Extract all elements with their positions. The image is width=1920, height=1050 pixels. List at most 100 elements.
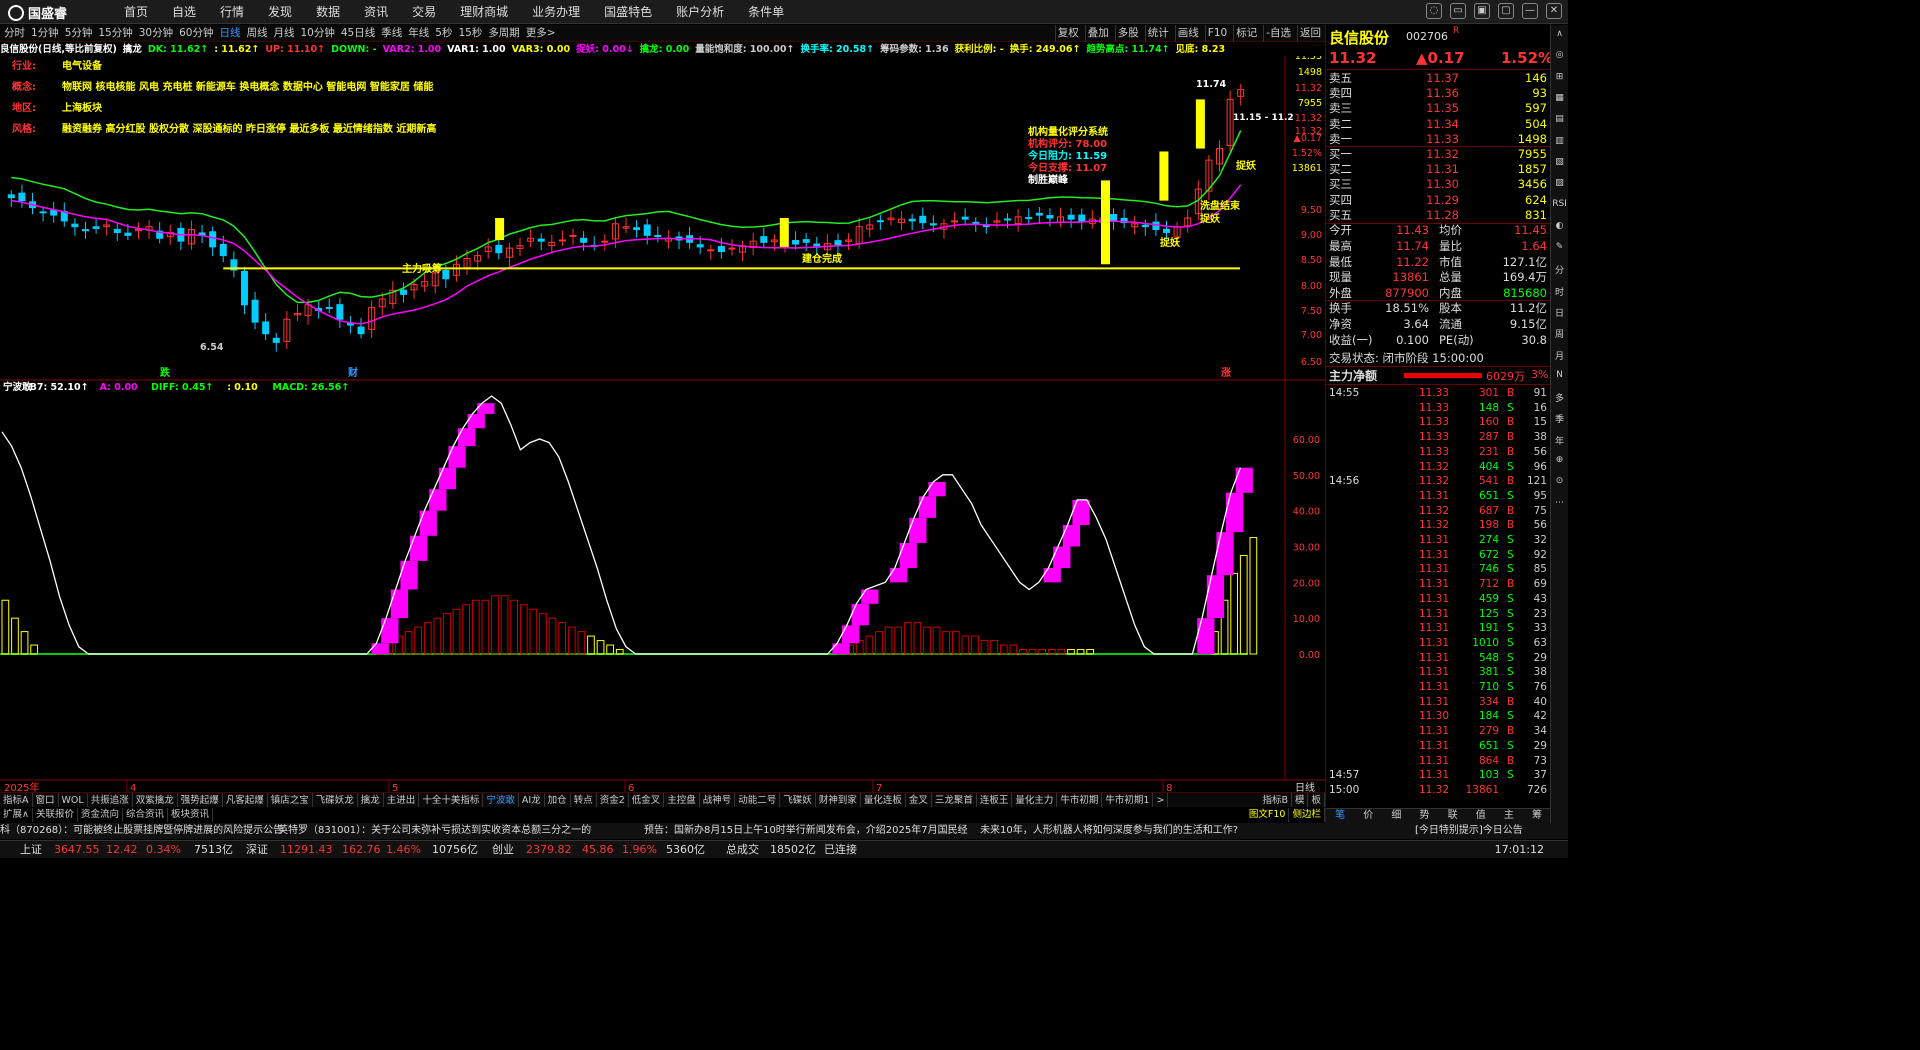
period-tab-11[interactable]: 季线 xyxy=(381,25,402,42)
tool-button-1[interactable]: 叠加 xyxy=(1084,25,1111,42)
kline-chart[interactable]: 主力吸筹建仓完成洗盘结束捉妖捉妖捉妖6.5411.7411.15 - 11.2跌… xyxy=(0,56,1325,792)
indicator-tab-20[interactable]: 动能二号 xyxy=(735,793,781,807)
secondary-tab-right-1[interactable]: 侧边栏 xyxy=(1289,808,1325,822)
bid-row-0[interactable]: 买一 11.32 7955 xyxy=(1329,147,1547,162)
indicator-tab-16[interactable]: 资金2 xyxy=(597,793,629,807)
period-tab-14[interactable]: 15秒 xyxy=(458,25,482,42)
indicator-tab-8[interactable]: 飞碟妖龙 xyxy=(313,793,358,807)
bid-row-3[interactable]: 买四 11.29 624 xyxy=(1329,193,1547,208)
window-button-2[interactable]: ▣ xyxy=(1474,3,1490,19)
sidebar-icon-10[interactable]: ✎ xyxy=(1551,242,1568,252)
sidebar-icon-5[interactable]: ▥ xyxy=(1551,136,1568,146)
indicator-tab-26[interactable]: 连板王 xyxy=(977,793,1013,807)
indicator-tab-0[interactable]: 指标A xyxy=(0,793,33,807)
sidebar-icon-12[interactable]: 时 xyxy=(1551,285,1568,298)
sidebar-icon-4[interactable]: ▤ xyxy=(1551,114,1568,124)
period-tab-6[interactable]: 日线 xyxy=(220,25,241,42)
indicator-tab-27[interactable]: 量化主力 xyxy=(1012,793,1058,807)
indicator-tab-24[interactable]: 金叉 xyxy=(906,793,932,807)
period-tab-15[interactable]: 多周期 xyxy=(488,25,520,42)
indicator-tab-13[interactable]: AI龙 xyxy=(519,793,545,807)
indicator-tab-9[interactable]: 擒龙 xyxy=(358,793,384,807)
indicator-tab-12[interactable]: 宁波敢 xyxy=(483,793,519,807)
tool-button-2[interactable]: 多股 xyxy=(1114,25,1141,42)
quote-tab-7[interactable]: 筹 xyxy=(1523,809,1551,823)
indicator-tab-right-2[interactable]: 板 xyxy=(1308,793,1325,807)
news-item-2[interactable]: 预告：国新办8月15日上午10时举行新闻发布会，介绍2025年7月国民经 xyxy=(644,823,968,839)
sidebar-icon-19[interactable]: 年 xyxy=(1551,434,1568,447)
menu-item-6[interactable]: 交易 xyxy=(400,0,448,24)
window-button-0[interactable]: ◌ xyxy=(1426,3,1442,19)
indicator-tab-14[interactable]: 加仓 xyxy=(545,793,571,807)
indicator-tab-4[interactable]: 双紫擒龙 xyxy=(133,793,178,807)
menu-item-3[interactable]: 发现 xyxy=(256,0,304,24)
sidebar-icon-2[interactable]: ⊞ xyxy=(1551,72,1568,82)
period-tab-8[interactable]: 月线 xyxy=(274,25,295,42)
indicator-tab-21[interactable]: 飞碟妖 xyxy=(780,793,816,807)
tool-button-4[interactable]: 画线 xyxy=(1174,25,1201,42)
period-tab-16[interactable]: 更多> xyxy=(526,25,556,42)
indicator-tab-10[interactable]: 主进出 xyxy=(384,793,420,807)
period-tab-1[interactable]: 1分钟 xyxy=(31,25,59,42)
sidebar-icon-7[interactable]: ▨ xyxy=(1551,178,1568,188)
period-tab-0[interactable]: 分时 xyxy=(4,25,25,42)
secondary-tab-3[interactable]: 综合资讯 xyxy=(123,808,169,822)
secondary-tab-right-0[interactable]: 图文F10 xyxy=(1246,808,1290,822)
tool-button-8[interactable]: 返回 xyxy=(1297,25,1323,42)
ask-row-0[interactable]: 卖五 11.37 146 xyxy=(1329,71,1547,86)
news-item-1[interactable]: 英特罗（831001）：关于公司未弥补亏损达到实收资本总额三分之一的 xyxy=(278,823,591,839)
indicator-tab-2[interactable]: WOL xyxy=(59,793,88,807)
indicator-tab-3[interactable]: 共振追涨 xyxy=(88,793,133,807)
indicator-tab-11[interactable]: 十全十美指标 xyxy=(419,793,484,807)
menu-item-5[interactable]: 资讯 xyxy=(352,0,400,24)
sidebar-icon-11[interactable]: 分 xyxy=(1551,263,1568,276)
period-tab-3[interactable]: 15分钟 xyxy=(98,25,132,42)
indicator-tab-22[interactable]: 财神到家 xyxy=(816,793,861,807)
sidebar-icon-17[interactable]: 多 xyxy=(1551,391,1568,404)
period-tab-9[interactable]: 10分钟 xyxy=(301,25,335,42)
indicator-tab-30[interactable]: > xyxy=(1153,793,1169,807)
period-tab-13[interactable]: 5秒 xyxy=(435,25,452,42)
menu-item-8[interactable]: 业务办理 xyxy=(520,0,592,24)
sidebar-icon-15[interactable]: 月 xyxy=(1551,349,1568,362)
bid-row-1[interactable]: 买二 11.31 1857 xyxy=(1329,162,1547,177)
quote-tab-0[interactable]: 笔 xyxy=(1326,809,1354,823)
indicator-tab-25[interactable]: 三龙聚首 xyxy=(932,793,977,807)
indicator-tab-5[interactable]: 强势起爆 xyxy=(178,793,223,807)
quote-tab-1[interactable]: 价 xyxy=(1354,809,1382,823)
period-tab-12[interactable]: 年线 xyxy=(408,25,429,42)
sidebar-icon-18[interactable]: 季 xyxy=(1551,412,1568,425)
indicator-tab-7[interactable]: 镇店之宝 xyxy=(268,793,313,807)
indicator-tab-6[interactable]: 凡客起爆 xyxy=(223,793,268,807)
indicator-tab-1[interactable]: 窗口 xyxy=(33,793,59,807)
sidebar-icon-20[interactable]: ⊕ xyxy=(1551,455,1568,465)
sidebar-icon-16[interactable]: N xyxy=(1551,370,1568,380)
sidebar-icon-8[interactable]: RSI xyxy=(1551,199,1568,209)
sidebar-icon-13[interactable]: 日 xyxy=(1551,306,1568,319)
menu-item-7[interactable]: 理财商城 xyxy=(448,0,520,24)
period-tab-7[interactable]: 周线 xyxy=(247,25,268,42)
indicator-tab-15[interactable]: 转点 xyxy=(571,793,597,807)
tool-button-7[interactable]: -自选 xyxy=(1263,25,1293,42)
menu-item-1[interactable]: 自选 xyxy=(160,0,208,24)
news-item-0[interactable]: 科（870268）：可能被终止股票挂牌暨停牌进展的风险提示公告 xyxy=(0,823,283,839)
ask-row-4[interactable]: 卖一 11.33 1498 xyxy=(1329,132,1547,147)
sidebar-icon-3[interactable]: ▦ xyxy=(1551,93,1568,103)
period-tab-10[interactable]: 45日线 xyxy=(341,25,375,42)
menu-item-4[interactable]: 数据 xyxy=(304,0,352,24)
indicator-tab-28[interactable]: 牛市初期 xyxy=(1057,793,1103,807)
quote-tab-5[interactable]: 值 xyxy=(1467,809,1495,823)
tool-button-0[interactable]: 复权 xyxy=(1054,25,1081,42)
period-tab-5[interactable]: 60分钟 xyxy=(179,25,213,42)
menu-item-10[interactable]: 账户分析 xyxy=(664,0,736,24)
sidebar-icon-22[interactable]: ⋯ xyxy=(1551,498,1568,508)
tool-button-6[interactable]: 标记 xyxy=(1233,25,1259,42)
bid-row-4[interactable]: 买五 11.28 831 xyxy=(1329,208,1547,223)
quote-tab-2[interactable]: 细 xyxy=(1382,809,1410,823)
ask-row-2[interactable]: 卖三 11.35 597 xyxy=(1329,101,1547,116)
ask-row-3[interactable]: 卖二 11.34 504 xyxy=(1329,117,1547,132)
news-item-4[interactable]: [今日特别提示]今日公告 xyxy=(1415,823,1523,839)
news-ticker[interactable]: 科（870268）：可能被终止股票挂牌暨停牌进展的风险提示公告 英特罗（83100… xyxy=(0,823,1568,839)
sidebar-icon-9[interactable]: ◐ xyxy=(1551,221,1568,231)
indicator-tab-right-0[interactable]: 指标B xyxy=(1259,793,1292,807)
